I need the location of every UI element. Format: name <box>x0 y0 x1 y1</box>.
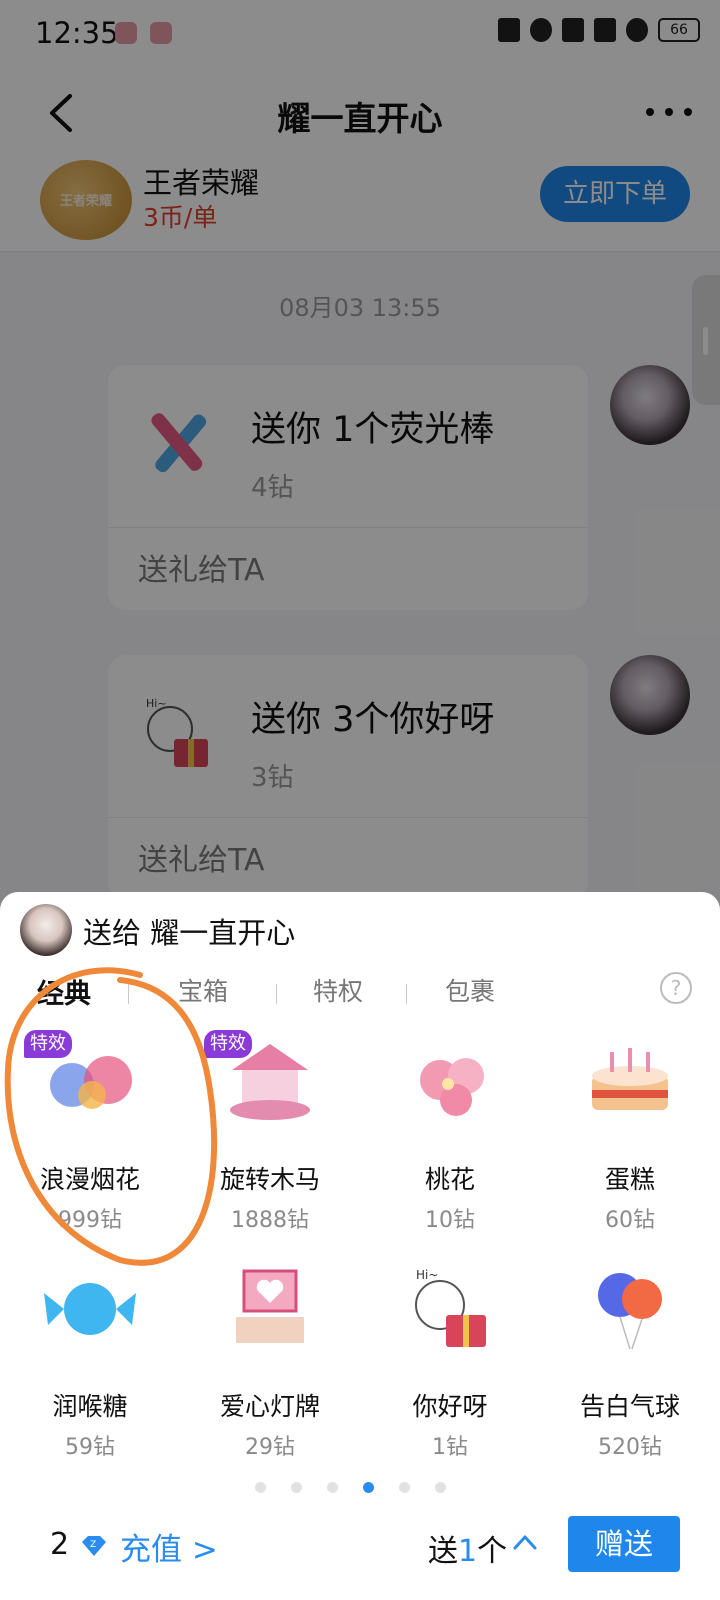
gift-price: 999钻 <box>58 1208 122 1233</box>
page-dot[interactable] <box>435 1482 446 1493</box>
gift-name: 润喉糖 <box>52 1392 128 1421</box>
tab-privilege[interactable]: 特权 <box>313 972 363 1008</box>
gift-item[interactable]: 蛋糕 60钻 <box>540 1030 720 1250</box>
gift-item[interactable]: 桃花 10钻 <box>360 1030 540 1250</box>
tab-divider <box>128 984 129 1004</box>
gift-item[interactable]: Hi~ 你好呀 1钻 <box>360 1257 540 1477</box>
gift-name: 告白气球 <box>579 1392 680 1421</box>
chevron-up-icon[interactable] <box>512 1532 538 1552</box>
gift-price: 1钻 <box>432 1435 468 1460</box>
cake-icon <box>592 1048 668 1110</box>
gift-name: 爱心灯牌 <box>219 1392 320 1421</box>
diamond-balance: 2 <box>50 1527 70 1562</box>
quantity-selector[interactable]: 送1个 <box>428 1526 507 1570</box>
gift-name: 旋转木马 <box>219 1165 320 1194</box>
gift-name: 浪漫烟花 <box>39 1165 140 1194</box>
page-dot[interactable] <box>399 1482 410 1493</box>
gift-price: 29钻 <box>245 1435 295 1460</box>
gift-price: 60钻 <box>605 1208 655 1233</box>
recipient-label: 送给 耀一直开心 <box>83 916 296 950</box>
tab-treasure-box[interactable]: 宝箱 <box>178 972 228 1008</box>
help-icon[interactable]: ? <box>660 972 692 1004</box>
svg-text:Z: Z <box>90 1540 96 1550</box>
heart-lightboard-icon <box>236 1269 304 1343</box>
page-dot[interactable] <box>363 1482 374 1493</box>
quantity-value: 1 <box>458 1534 478 1569</box>
quantity-prefix: 送 <box>428 1534 458 1569</box>
tab-classic[interactable]: 经典 <box>37 972 91 1011</box>
gift-price: 10钻 <box>425 1208 475 1233</box>
gift-bottom-bar: 2 Z 充值 > 送1个 赠送 <box>0 1502 720 1600</box>
gift-panel: 送给 耀一直开心 经典 宝箱 特权 包裹 ? 特效 浪漫烟花 999钻 特效 旋… <box>0 892 720 1600</box>
gift-name: 蛋糕 <box>604 1165 655 1194</box>
hello-cat-gift-icon: Hi~ <box>415 1268 486 1347</box>
effect-badge: 特效 <box>24 1030 72 1058</box>
page-dot[interactable] <box>327 1482 338 1493</box>
page-dot[interactable] <box>291 1482 302 1493</box>
gift-item[interactable]: 爱心灯牌 29钻 <box>180 1257 360 1477</box>
gift-item[interactable]: 特效 浪漫烟花 999钻 <box>0 1030 180 1250</box>
gift-price: 520钻 <box>598 1435 662 1460</box>
tab-divider <box>276 984 277 1004</box>
page-dot[interactable] <box>255 1482 266 1493</box>
svg-text:Hi~: Hi~ <box>416 1268 438 1282</box>
gift-name: 你好呀 <box>412 1392 488 1421</box>
gift-price: 59钻 <box>65 1435 115 1460</box>
tab-package[interactable]: 包裹 <box>445 972 495 1008</box>
quantity-suffix: 个 <box>477 1534 508 1569</box>
effect-badge: 特效 <box>204 1030 252 1058</box>
recipient-avatar <box>20 904 72 956</box>
gift-item[interactable]: 润喉糖 59钻 <box>0 1257 180 1477</box>
gift-tabs: 经典 宝箱 特权 包裹 ? <box>0 962 720 1018</box>
gift-item[interactable]: 特效 旋转木马 1888钻 <box>180 1030 360 1250</box>
send-gift-button[interactable]: 赠送 <box>568 1516 680 1572</box>
tab-divider <box>406 984 407 1004</box>
gift-name: 桃花 <box>424 1165 475 1194</box>
confession-balloon-icon <box>598 1273 662 1350</box>
peach-blossom-icon <box>420 1058 484 1116</box>
diamond-icon: Z <box>82 1536 106 1556</box>
throat-candy-icon <box>44 1283 136 1335</box>
page-indicator <box>255 1482 446 1493</box>
gift-price: 1888钻 <box>231 1208 309 1233</box>
gift-item[interactable]: 告白气球 520钻 <box>540 1257 720 1477</box>
recharge-link[interactable]: 充值 > <box>120 1524 218 1569</box>
